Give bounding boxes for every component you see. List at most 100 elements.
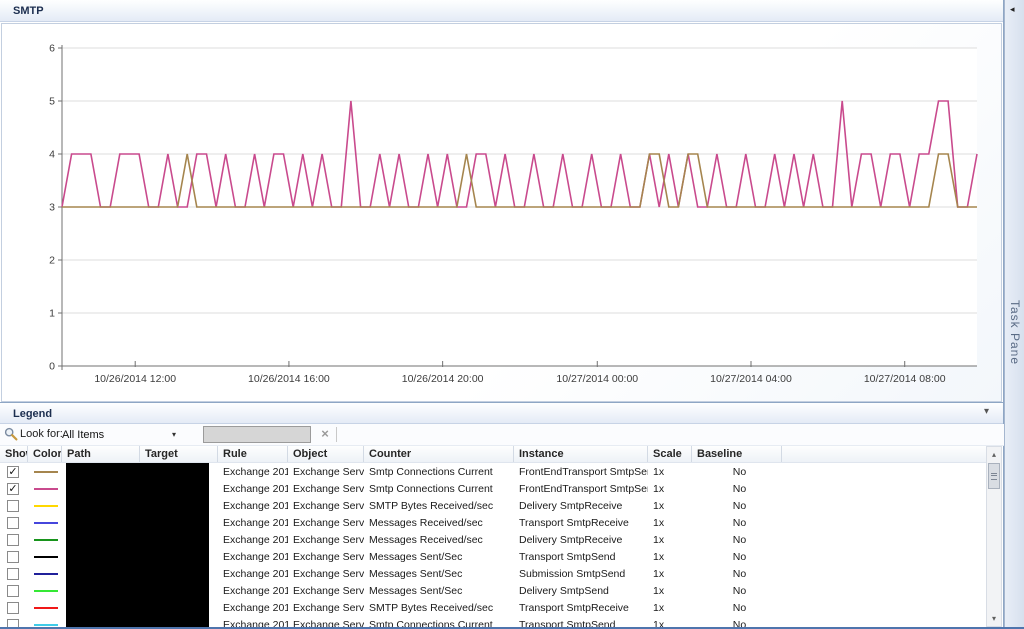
baseline-cell: No (732, 567, 747, 580)
look-for-label: Look for: (20, 428, 63, 440)
show-cell (0, 601, 28, 614)
series-color-swatch (34, 538, 58, 541)
instance-cell: Transport SmtpReceive (519, 516, 629, 529)
baseline-cell: No (732, 550, 747, 563)
scroll-up-arrow-icon[interactable]: ▴ (987, 447, 1001, 462)
scale-cell: 1x (653, 465, 665, 478)
scale-cell: 1x (653, 516, 665, 529)
baseline-cell: No (732, 533, 747, 546)
object-cell: Exchange Server (293, 482, 364, 495)
column-header-baseline[interactable]: Baseline (692, 446, 782, 462)
show-checkbox[interactable] (7, 601, 19, 614)
xtick-label-3: 10/27/2014 00:00 (556, 373, 638, 385)
rule-cell: Exchange 2013 ... (223, 499, 288, 512)
counter-cell: Messages Received/sec (369, 516, 483, 529)
column-header-scale[interactable]: Scale (648, 446, 692, 462)
object-cell: Exchange Server (293, 533, 364, 546)
xtick-label-5: 10/27/2014 08:00 (864, 373, 946, 385)
legend-section-header: Legend (0, 402, 1003, 424)
show-checkbox[interactable] (7, 567, 19, 580)
legend-vertical-scrollbar[interactable]: ▴ ▾ (986, 446, 1002, 627)
show-checkbox[interactable] (7, 584, 19, 597)
counter-cell: Smtp Connections Current (369, 465, 493, 478)
ytick-label-2: 2 (49, 255, 55, 267)
xtick-label-0: 10/26/2014 12:00 (94, 373, 176, 385)
object-cell: Exchange Server (293, 516, 364, 529)
series-color-swatch (34, 504, 58, 507)
xtick-label-2: 10/26/2014 20:00 (402, 373, 484, 385)
show-cell: ✓ (0, 465, 28, 478)
show-checkbox[interactable]: ✓ (7, 465, 19, 478)
baseline-cell: No (732, 482, 747, 495)
rule-cell: Exchange 2013 ... (223, 584, 288, 597)
instance-cell: FrontEndTransport SmtpSend (519, 482, 648, 495)
counter-cell: Smtp Connections Current (369, 618, 493, 629)
task-pane-collapsed-strip[interactable]: ◂ Task Pane (1004, 0, 1024, 627)
column-header-color[interactable]: Color (28, 446, 62, 462)
legend-collapse-chevron-icon[interactable]: ▾ (984, 402, 989, 424)
counter-cell: SMTP Bytes Received/sec (369, 499, 494, 512)
ytick-label-4: 4 (49, 149, 55, 161)
application-window: SMTP 0 1 2 3 4 5 6 10/26/2014 12:00 10/26/2014 1… (0, 0, 1024, 629)
ytick-label-3: 3 (49, 202, 55, 214)
column-header-object[interactable]: Object (288, 446, 364, 462)
column-header-show[interactable]: Show (0, 446, 28, 462)
object-cell: Exchange Server (293, 618, 364, 629)
counter-cell: SMTP Bytes Received/sec (369, 601, 494, 614)
baseline-cell: No (732, 584, 747, 597)
legend-search-input[interactable] (203, 426, 311, 443)
column-header-target[interactable]: Target (140, 446, 218, 462)
rule-cell: Exchange 2013 ... (223, 482, 288, 495)
color-cell (28, 538, 62, 541)
baseline-cell: No (732, 618, 747, 629)
task-pane-expand-arrow-icon[interactable]: ◂ (1010, 4, 1015, 15)
show-cell (0, 567, 28, 580)
show-checkbox[interactable] (7, 618, 19, 627)
show-checkbox[interactable] (7, 499, 19, 512)
scroll-down-arrow-icon[interactable]: ▾ (987, 611, 1001, 626)
show-checkbox[interactable]: ✓ (7, 482, 19, 495)
baseline-cell: No (732, 601, 747, 614)
column-header-path[interactable]: Path (62, 446, 140, 462)
counter-cell: Smtp Connections Current (369, 482, 493, 495)
instance-cell: Transport SmtpSend (519, 550, 616, 563)
rule-cell: Exchange 2013 ... (223, 516, 288, 529)
ytick-label-5: 5 (49, 96, 55, 108)
instance-cell: Transport SmtpReceive (519, 601, 629, 614)
show-checkbox[interactable] (7, 516, 19, 529)
show-checkbox[interactable] (7, 533, 19, 546)
object-cell: Exchange Server (293, 601, 364, 614)
legend-title: Legend (13, 408, 53, 420)
series-color-swatch (34, 470, 58, 473)
show-checkbox[interactable] (7, 550, 19, 563)
ytick-label-6: 6 (49, 43, 55, 55)
scale-cell: 1x (653, 499, 665, 512)
instance-cell: Delivery SmtpReceive (519, 499, 623, 512)
series-color-swatch (34, 606, 58, 609)
show-cell (0, 550, 28, 563)
scrollbar-thumb[interactable] (988, 463, 1000, 489)
object-cell: Exchange Server (293, 584, 364, 597)
legend-filter-bar: Look for: All Items ▾ × (0, 424, 1004, 446)
performance-chart: 0 1 2 3 4 5 6 10/26/2014 12:00 10/26/2014 16:00 1… (1, 23, 1002, 402)
dropdown-arrow-icon: ▾ (171, 430, 176, 439)
series-color-swatch (34, 623, 58, 626)
column-header-instance[interactable]: Instance (514, 446, 648, 462)
show-cell (0, 533, 28, 546)
color-cell (28, 470, 62, 473)
color-cell (28, 606, 62, 609)
task-pane-label: Task Pane (1008, 300, 1022, 366)
column-header-counter[interactable]: Counter (364, 446, 514, 462)
show-cell (0, 584, 28, 597)
clear-search-icon[interactable]: × (318, 425, 332, 443)
color-cell (28, 487, 62, 490)
show-cell (0, 499, 28, 512)
scale-cell: 1x (653, 533, 665, 546)
series-color-swatch (34, 589, 58, 592)
baseline-cell: No (732, 516, 747, 529)
instance-cell: Submission SmtpSend (519, 567, 626, 580)
instance-cell: Delivery SmtpSend (519, 584, 609, 597)
scale-cell: 1x (653, 550, 665, 563)
column-header-rule[interactable]: Rule (218, 446, 288, 462)
look-for-dropdown[interactable]: All Items ▾ (62, 426, 180, 444)
